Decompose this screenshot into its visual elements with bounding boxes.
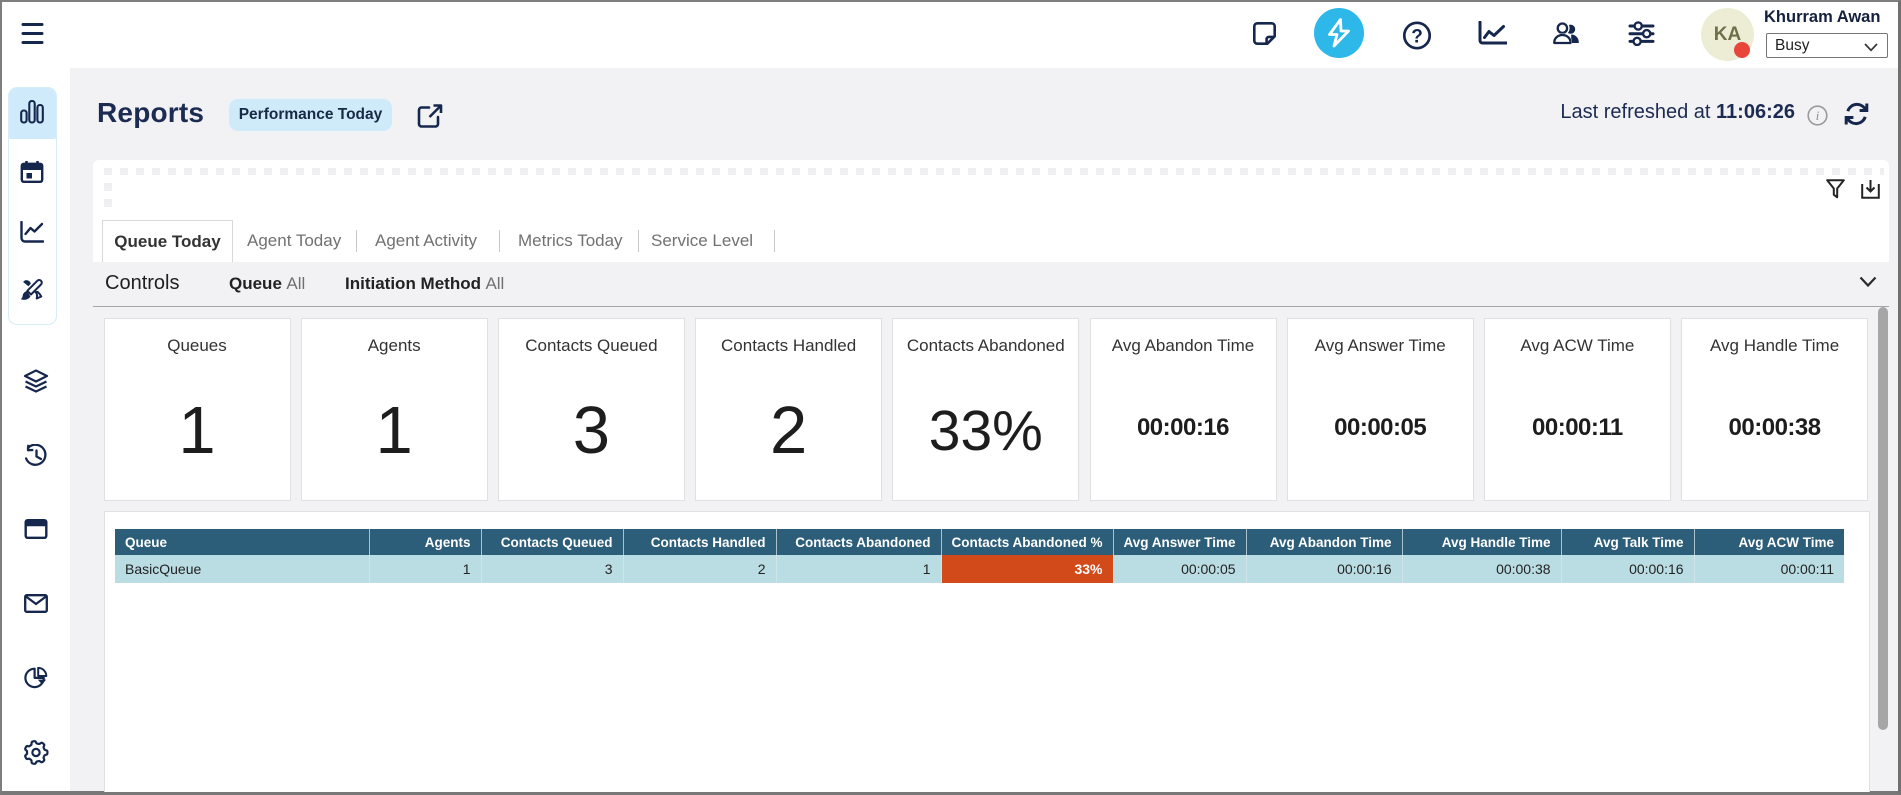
svg-text:i: i bbox=[1816, 109, 1820, 123]
svg-text:?: ? bbox=[1411, 27, 1423, 48]
